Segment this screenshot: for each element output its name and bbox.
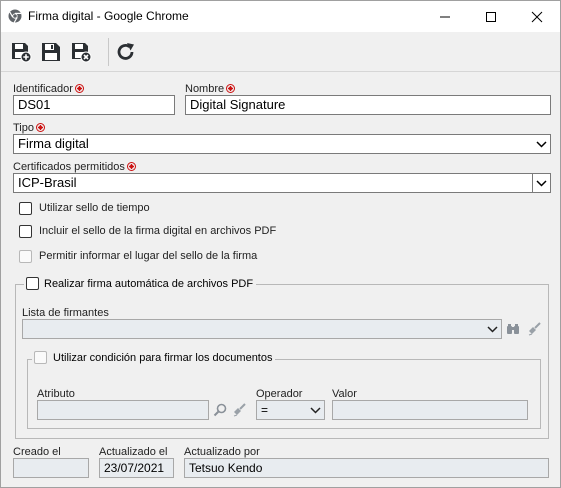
eraser-icon [233, 403, 246, 417]
save-new-icon [12, 43, 32, 63]
chrome-icon [8, 9, 22, 23]
valor-input[interactable] [332, 400, 528, 420]
window-title: Firma digital - Google Chrome [28, 9, 189, 23]
tipo-select[interactable]: Firma digital [13, 134, 551, 154]
valor-label: Valor [332, 388, 357, 400]
actualizado-el-field: 23/07/2021 [99, 458, 174, 478]
lugar-sello-checkbox[interactable] [19, 250, 32, 263]
condicion-checkbox[interactable] [34, 351, 47, 364]
actualizado-el-label: Actualizado el [99, 446, 168, 458]
operador-label: Operador [256, 388, 303, 400]
atributo-input[interactable] [37, 400, 209, 420]
save-new-button[interactable] [9, 41, 33, 63]
lista-firmantes-select[interactable] [22, 319, 502, 339]
chevron-down-icon [536, 180, 547, 187]
binoculars-icon [507, 324, 519, 334]
toolbar-separator [108, 38, 109, 66]
maximize-button[interactable] [468, 1, 514, 32]
eraser-icon [528, 322, 541, 336]
required-icon [126, 162, 136, 171]
certificados-dropdown-button[interactable] [532, 174, 550, 192]
chevron-down-icon [536, 141, 547, 148]
refresh-icon [117, 43, 134, 60]
required-icon [74, 84, 84, 93]
sello-pdf-checkbox[interactable] [19, 225, 32, 238]
nombre-input[interactable]: Digital Signature [185, 95, 551, 115]
auto-firma-legend: Realizar firma automática de archivos PD… [24, 277, 257, 290]
atributo-label: Atributo [37, 388, 75, 400]
save-button[interactable] [39, 41, 63, 63]
lugar-sello-label: Permitir informar el lugar del sello de … [39, 250, 258, 262]
atributo-clear-button[interactable] [230, 401, 248, 419]
minimize-icon [440, 16, 450, 17]
creado-el-label: Creado el [13, 446, 61, 458]
actualizado-por-field: Tetsuo Kendo [184, 458, 549, 478]
operador-select[interactable]: = [256, 400, 325, 420]
refresh-button[interactable] [114, 41, 138, 63]
close-icon [531, 11, 543, 22]
sello-tiempo-checkbox[interactable] [19, 202, 32, 215]
creado-el-field [13, 458, 89, 478]
tipo-value: Firma digital [18, 136, 89, 151]
title-bar: Firma digital - Google Chrome [1, 1, 560, 32]
auto-firma-checkbox[interactable] [26, 277, 39, 290]
save-icon [42, 43, 60, 61]
save-close-icon [72, 43, 92, 63]
chevron-down-icon [487, 326, 498, 333]
required-icon [36, 123, 45, 132]
save-close-button[interactable] [69, 41, 93, 63]
sello-pdf-label: Incluir el sello de la firma digital en … [39, 225, 277, 237]
nombre-label: Nombre [185, 83, 236, 95]
binoculars-button[interactable] [504, 320, 522, 338]
auto-firma-label: Realizar firma automática de archivos PD… [44, 278, 254, 290]
certificados-value: ICP-Brasil [18, 175, 77, 190]
actualizado-por-label: Actualizado por [184, 446, 260, 458]
operador-value: = [261, 403, 269, 417]
sello-tiempo-label: Utilizar sello de tiempo [39, 202, 150, 214]
tipo-label: Tipo [13, 122, 45, 134]
certificados-select[interactable]: ICP-Brasil [13, 173, 551, 193]
maximize-icon [486, 11, 496, 22]
required-icon [226, 84, 236, 93]
identificador-input[interactable]: DS01 [13, 95, 175, 115]
search-icon [213, 403, 227, 417]
condicion-legend: Utilizar condición para firmar los docum… [32, 351, 276, 364]
identificador-label: Identificador [13, 83, 84, 95]
clear-firmantes-button[interactable] [525, 320, 543, 338]
close-window-button[interactable] [514, 1, 560, 32]
certificados-label: Certificados permitidos [13, 161, 136, 173]
lista-firmantes-label: Lista de firmantes [22, 307, 109, 319]
browser-window: Firma digital - Google Chrome Identifica… [0, 0, 561, 488]
chevron-down-icon [310, 407, 321, 414]
condicion-label: Utilizar condición para firmar los docum… [53, 352, 273, 364]
toolbar [1, 32, 560, 72]
atributo-search-button[interactable] [211, 401, 229, 419]
minimize-button[interactable] [422, 1, 468, 32]
